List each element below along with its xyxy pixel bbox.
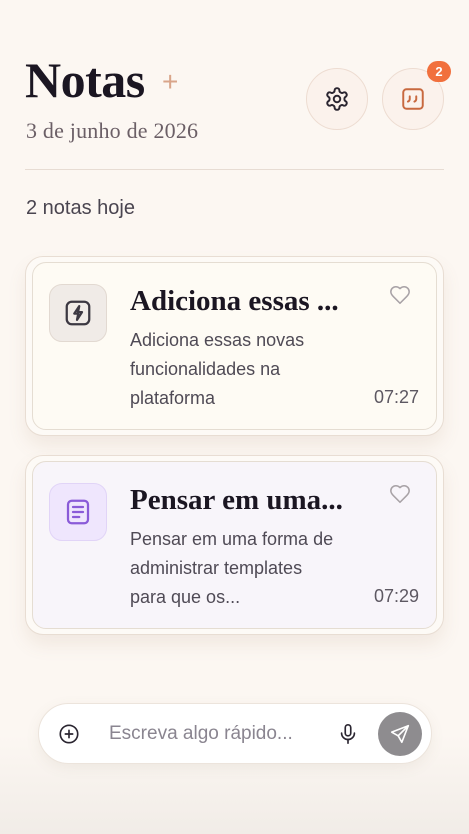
note-card-inner[interactable]: Pensar em uma... Pensar em uma forma de … xyxy=(32,461,437,629)
page-title: Notas xyxy=(25,52,145,108)
add-note-plus-icon[interactable]: + xyxy=(162,68,178,96)
heart-icon xyxy=(390,285,410,305)
quick-note-bar xyxy=(38,703,432,764)
microphone-icon xyxy=(340,724,356,744)
quick-note-input[interactable] xyxy=(109,718,324,750)
page-date: 3 de junho de 2026 xyxy=(26,118,199,143)
heart-icon xyxy=(390,484,410,504)
gear-icon xyxy=(326,87,348,111)
lightning-icon xyxy=(65,300,91,326)
note-type-icon-box xyxy=(49,483,107,541)
note-card-inner[interactable]: Adiciona essas ... Adiciona essas novas … xyxy=(32,262,437,430)
note-time: 07:27 xyxy=(373,387,419,407)
note-body: Adiciona essas novas funcionalidades na … xyxy=(130,330,305,408)
note-card[interactable]: Pensar em uma... Pensar em uma forma de … xyxy=(25,455,444,635)
note-time: 07:29 xyxy=(373,586,419,606)
settings-button[interactable] xyxy=(306,68,368,130)
favorite-button[interactable] xyxy=(388,283,412,307)
quote-bubble-icon xyxy=(402,88,424,110)
favorite-button[interactable] xyxy=(388,482,412,506)
notification-badge: 2 xyxy=(427,61,451,82)
note-type-icon-box xyxy=(49,284,107,342)
send-icon xyxy=(390,724,410,744)
note-body: Pensar em uma forma de administrar templ… xyxy=(130,529,334,607)
header-divider xyxy=(25,169,444,170)
plus-circle-icon xyxy=(59,724,79,744)
note-card[interactable]: Adiciona essas ... Adiciona essas novas … xyxy=(25,256,444,436)
document-icon xyxy=(66,499,90,525)
notes-count: 2 notas hoje xyxy=(26,197,135,219)
note-title: Adiciona essas ... xyxy=(130,285,339,317)
note-title: Pensar em uma... xyxy=(130,484,343,516)
attach-button[interactable] xyxy=(57,722,81,746)
microphone-button[interactable] xyxy=(336,721,360,747)
send-button[interactable] xyxy=(378,712,422,756)
